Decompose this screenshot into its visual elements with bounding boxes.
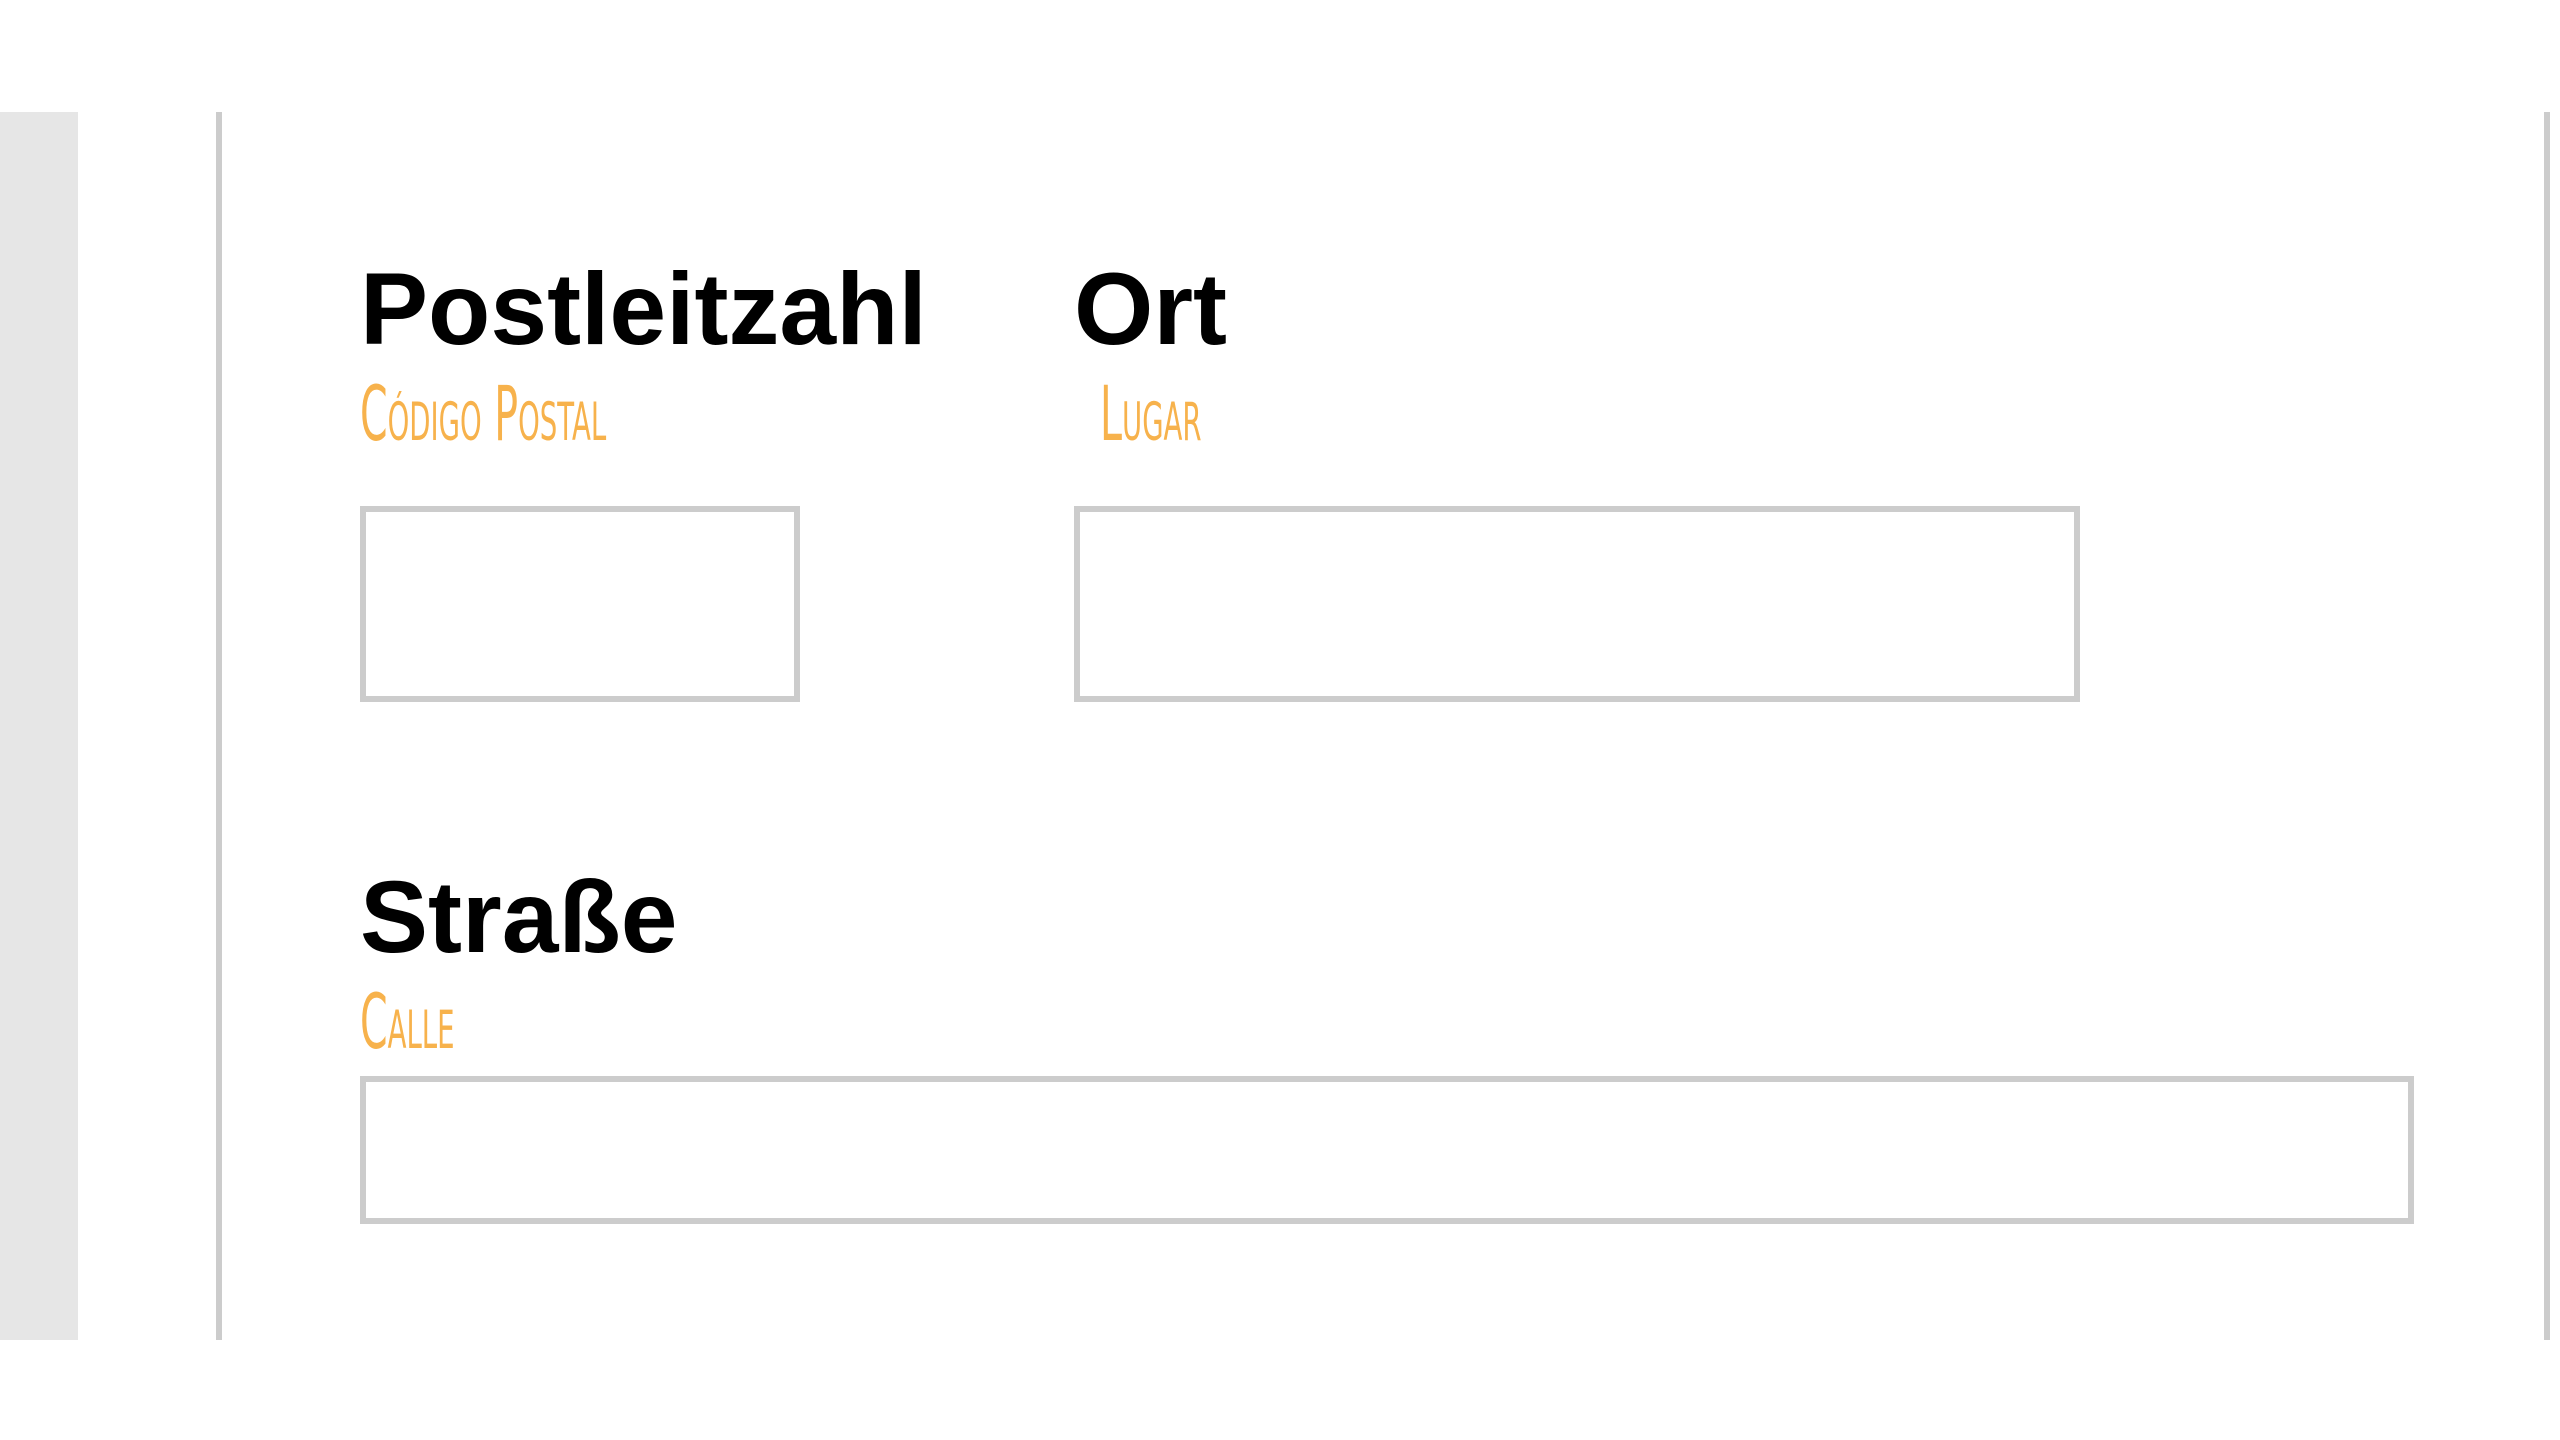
left-divider xyxy=(216,112,222,1340)
city-translation: Lugar xyxy=(1100,369,1202,458)
street-input[interactable] xyxy=(360,1076,2414,1224)
street-translation: Calle xyxy=(360,977,455,1066)
postal-code-input[interactable] xyxy=(360,506,800,702)
city-input[interactable] xyxy=(1074,506,2080,702)
street-label: Straße xyxy=(360,860,678,974)
right-divider xyxy=(2544,112,2550,1340)
postal-code-label: Postleitzahl xyxy=(360,252,927,366)
postal-code-translation: Código Postal xyxy=(360,369,607,458)
side-panel-strip xyxy=(0,112,78,1340)
city-label: Ort xyxy=(1074,252,1227,366)
